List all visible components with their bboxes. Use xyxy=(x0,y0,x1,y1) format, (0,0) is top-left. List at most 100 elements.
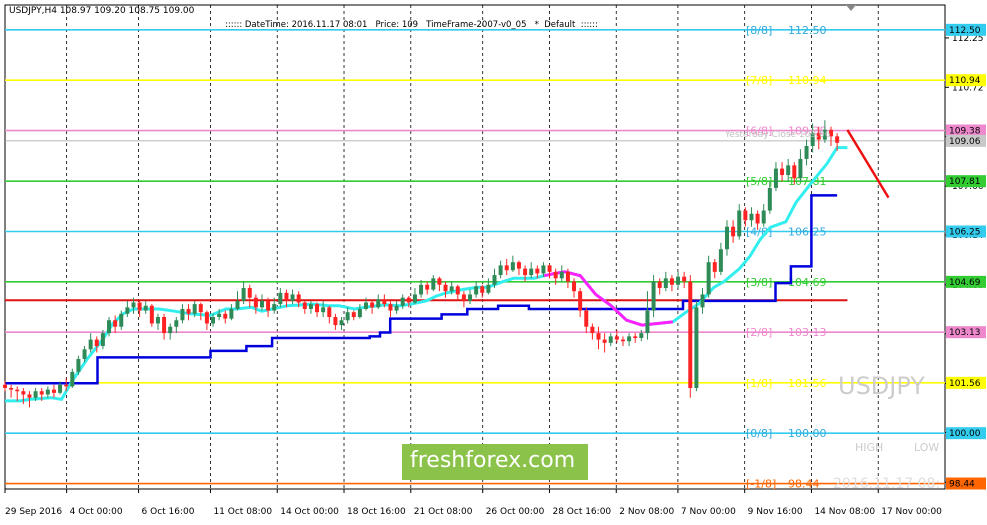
candle-body xyxy=(773,168,778,188)
murrey-value: 98.44 xyxy=(788,478,820,491)
candle-body xyxy=(541,265,546,274)
candle-body xyxy=(137,302,142,311)
candle-body xyxy=(223,313,228,319)
candle-body xyxy=(724,226,729,250)
candle-body xyxy=(682,276,687,282)
info-line: :::::: DateTime: 2016.11.17 08:01 Price:… xyxy=(225,20,598,30)
candle-body xyxy=(480,286,485,293)
price-box-label: 98.44 xyxy=(949,480,975,490)
candle-body xyxy=(143,305,148,311)
candle-body xyxy=(376,299,381,308)
candle-body xyxy=(100,333,105,347)
watermark-low: LOW xyxy=(914,441,940,454)
candle-body xyxy=(468,294,473,301)
candle-body xyxy=(382,299,387,305)
candle-body xyxy=(284,292,289,301)
candle-body xyxy=(651,281,656,311)
candle-body xyxy=(162,317,167,334)
candle-body xyxy=(9,388,14,390)
candle-body xyxy=(645,310,650,334)
candle-body xyxy=(712,262,717,272)
candle-body xyxy=(578,291,583,311)
price-box-label: 106.25 xyxy=(949,228,981,238)
murrey-label: [-1/8] xyxy=(746,478,776,491)
candle-body xyxy=(315,304,320,313)
candle-body xyxy=(400,297,405,306)
candle-body xyxy=(676,276,681,285)
x-tick-label: 17 Nov 00:00 xyxy=(881,507,942,517)
price-box-label: 104.69 xyxy=(949,278,981,288)
candle-body xyxy=(168,326,173,334)
candle-body xyxy=(455,286,460,295)
candle-body xyxy=(406,297,411,303)
candle-body xyxy=(131,302,136,308)
candle-body xyxy=(3,384,7,389)
candle-body xyxy=(107,320,112,334)
murrey-label: [1/8] xyxy=(746,377,772,390)
candle-body xyxy=(608,336,613,343)
x-tick-label: 21 Oct 08:00 xyxy=(414,507,473,517)
candle-body xyxy=(327,307,332,318)
watermark-high: HIGH xyxy=(855,441,884,454)
x-tick-label: 2 Nov 08:00 xyxy=(619,507,674,517)
candle-body xyxy=(253,297,258,308)
candle-body xyxy=(639,333,644,338)
candle-body xyxy=(15,389,20,392)
candle-body xyxy=(58,384,63,393)
candle-body xyxy=(443,284,448,292)
candle-body xyxy=(449,286,454,292)
candle-body xyxy=(749,213,754,221)
candle-body xyxy=(64,384,69,387)
murrey-label: [3/8] xyxy=(746,276,772,289)
candle-body xyxy=(584,310,589,327)
candle-body xyxy=(235,300,240,309)
candle-body xyxy=(321,307,326,313)
candle-body xyxy=(669,278,674,285)
candle-body xyxy=(345,312,350,321)
candle-body xyxy=(211,317,216,324)
candle-body xyxy=(259,300,264,308)
candle-body xyxy=(523,268,528,276)
candle-body xyxy=(357,308,362,318)
candle-body xyxy=(82,349,87,359)
murrey-value: 104.69 xyxy=(788,276,827,289)
x-tick-label: 6 Oct 16:00 xyxy=(142,507,195,517)
x-tick-label: 28 Oct 16:00 xyxy=(552,507,611,517)
candle-body xyxy=(780,168,785,176)
x-tick-label: 18 Oct 16:00 xyxy=(347,507,406,517)
candle-body xyxy=(125,307,130,314)
candle-body xyxy=(572,281,577,292)
candle-body xyxy=(51,389,56,393)
candle-body xyxy=(486,284,491,293)
price-box-label: 107.81 xyxy=(949,177,981,187)
candle-body xyxy=(290,294,295,301)
candle-body xyxy=(192,304,197,314)
candle-body xyxy=(33,391,38,398)
yesterday-close-label: Yesterday Close 109.06 xyxy=(725,130,831,140)
candle-body xyxy=(792,165,797,179)
candle-body xyxy=(419,284,424,295)
price-box-label: 112.50 xyxy=(949,26,981,36)
candle-body xyxy=(88,339,93,350)
candle-body xyxy=(119,313,124,327)
candle-body xyxy=(559,271,564,279)
candle-body xyxy=(412,294,417,303)
candle-body xyxy=(94,339,99,347)
candle-body xyxy=(27,394,32,398)
chart-root: [8/8] 112.50 [7/8] 110.94 [6/8] 109.38 [5/8] 10… xyxy=(0,0,987,525)
murrey-label: [0/8] xyxy=(746,427,772,440)
candle-body xyxy=(835,136,840,143)
symbol-title: USDJPY,H4 108.97 109.20 108.75 109.00 xyxy=(9,6,195,16)
candle-body xyxy=(39,391,44,395)
candle-body xyxy=(217,313,222,318)
price-box-label: 103.13 xyxy=(949,328,981,338)
candle-body xyxy=(302,302,307,309)
candle-body xyxy=(425,284,430,290)
price-box-label: 101.56 xyxy=(949,379,981,389)
watermark-symbol: USDJPY xyxy=(838,372,925,400)
x-tick-label: 7 Nov 00:00 xyxy=(681,507,736,517)
candle-body xyxy=(155,317,160,324)
x-tick-label: 26 Oct 00:00 xyxy=(486,507,545,517)
murrey-label: [5/8] xyxy=(746,175,772,188)
candle-body xyxy=(694,307,699,389)
